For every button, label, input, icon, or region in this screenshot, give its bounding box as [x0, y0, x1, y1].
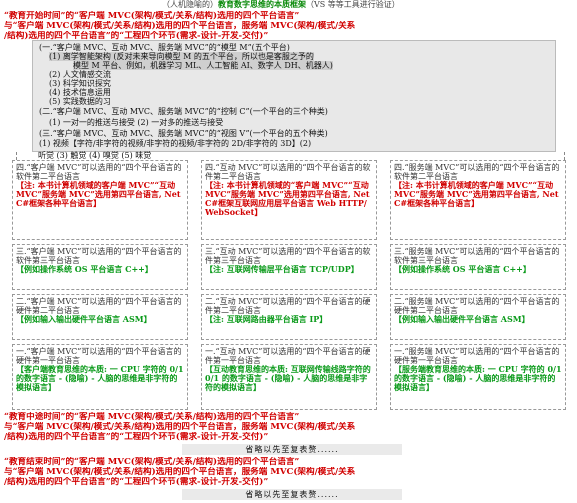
cell-server-2: 二.“服务端 MVC”可以选用的“四个平台语言的硬件第二平台语言 【例如输入输出…: [390, 294, 566, 340]
cell-note: 【例如操作系统 OS 平台语言 C++】: [16, 264, 153, 274]
header-line1: 的“客户端 MVC(架构/模式/关系/结构)选用的四个平台语言”: [65, 11, 300, 21]
footer-end-line3: /结构)选用的四个平台语言”的“工程四个环节(需求-设计-开发-交付)”: [4, 477, 269, 487]
cell-note: 【例如输入输出硬件平台语言 ASM】: [394, 314, 530, 324]
banner-line-ai-2: 模型 M 平台、例如，机器学习 ML、人工智能 AI、数字人 DH、机器人): [73, 61, 333, 70]
divider-left: [16, 152, 17, 160]
banner-line-humanities: (2) 人文情感交流: [49, 70, 111, 79]
footer-end-line2: 与“客户端 MVC(架构/模式/关系/结构)选用的四个平台语言，服务端 MVC(…: [4, 467, 356, 477]
banner-line-science: (3) 科学知识探究: [49, 79, 111, 88]
top-note-suffix: （VS 等等工具进行验证）: [306, 0, 400, 9]
footer-mid-line1: 的“客户端 MVC(架构/模式/关系/结构)选用的四个平台语言”: [65, 412, 300, 422]
top-note-highlight: 教育数字思维的本质框架: [218, 0, 306, 9]
footer-end-line1: 的“客户端 MVC(架构/模式/关系/结构)选用的四个平台语言”: [65, 457, 300, 467]
divider-right: [564, 152, 565, 160]
banner-line-push: (1) 一对一的推送与接受 (2) 一对多的推送与接受: [49, 118, 224, 127]
cell-text: 二.“客户端 MVC”可以选用的“四个平台语言的硬件第二平台语言: [16, 297, 182, 315]
cell-note: 【服务端教育思维的本质: 一 CPU 字符的 0/1 的数字语言 - (隐喻) …: [394, 364, 562, 392]
cell-note: 【客户端教育思维的本质: 一 CPU 字符的 0/1 的数字语言 - (隐喻) …: [16, 364, 184, 392]
cell-server-1: 一.“服务端 MVC”可以选用的“四个平台语言的硬件第一平台语言 【服务端教育思…: [390, 344, 566, 410]
cell-note: 【注: 本书计算机领域的客户端 MVC”“互动 MVC”服务端 MVC”选用第四…: [394, 180, 559, 208]
cell-interactive-4: 四.“互动 MVC”可以选用的“四个平台语言的软件第二平台语言 【注: 本书计算…: [201, 160, 377, 240]
cell-note: 【互动教育思维的本质: 互联网传输线路字符的 0/1 的数字语言 - (隐喻) …: [205, 364, 371, 392]
cell-text: 三.“客户端 MVC”可以选用的“四个平台语言的软件第三平台语言: [16, 247, 182, 265]
banner-line-model: (一.“客户端 MVC、互动 MVC、服务端 MVC”的“模型 M”(五个平台): [39, 43, 290, 52]
cell-text: 一.“服务端 MVC”可以选用的“四个平台语言的硬件第一平台语言: [394, 347, 560, 365]
cell-client-2: 二.“客户端 MVC”可以选用的“四个平台语言的硬件第二平台语言 【例如输入输出…: [12, 294, 188, 340]
header-time: “教育开始时间”: [4, 11, 66, 21]
cell-text: 四.“客户端 MVC”可以选用的“四个平台语言的软件第二平台语言: [16, 163, 182, 181]
cell-server-3: 三.“服务端 MVC”可以选用的“四个平台语言的软件第三平台语言 【例如操作系统…: [390, 244, 566, 290]
cell-text: 一.“互动 MVC”可以选用的“四个平台语言的硬件第一平台语言: [205, 347, 371, 365]
mvc-summary-banner: (一.“客户端 MVC、互动 MVC、服务端 MVC”的“模型 M”(五个平台)…: [32, 40, 556, 152]
cell-text: 三.“服务端 MVC”可以选用的“四个平台语言的软件第三平台语言: [394, 247, 560, 265]
cell-interactive-1: 一.“互动 MVC”可以选用的“四个平台语言的硬件第一平台语言 【互动教育思维的…: [201, 344, 377, 410]
banner-line-technology: (4) 技术信息运用: [49, 88, 111, 97]
footer-end-time: “教育结束时间”: [4, 457, 66, 467]
cell-note: 【注: 互联网路由器平台语言 IP】: [205, 314, 328, 324]
cell-note: 【注: 互联网传输层平台语言 TCP/UDP】: [205, 264, 359, 274]
cell-note: 【注: 本书计算机领域的“客户端 MVC”“互动 MVC”服务端 MVC”选用第…: [205, 180, 370, 217]
cell-server-4: 四.“服务端 MVC”可以选用的“四个平台语言的软件第二平台语言 【注: 本书计…: [390, 160, 566, 240]
cell-note: 【注: 本书计算机领域的客户端 MVC”“互动 MVC”服务端 MVC”选用第四…: [16, 180, 181, 208]
banner-line-control: (二.“客户端 MVC、互动 MVC、服务端 MVC”的“控制 C”(一个平台的…: [39, 107, 328, 116]
top-note-prefix: （人机隐喻的）: [162, 0, 218, 9]
banner-line-practice: (5) 实践数据的习: [49, 97, 111, 106]
footer-mid-line2: 与“客户端 MVC(架构/模式/关系/结构)选用的四个平台语言，服务端 MVC(…: [4, 422, 356, 432]
banner-line-ai: (1) 离学智能架构 (反对未来导向模型 M 的五个平台，所以也是客服之予的: [49, 52, 314, 61]
cell-note: 【例如操作系统 OS 平台语言 C++】: [394, 264, 531, 274]
cell-text: 四.“服务端 MVC”可以选用的“四个平台语言的软件第二平台语言: [394, 163, 560, 181]
cell-interactive-2: 二.“互动 MVC”可以选用的“四个平台语言的硬件第二平台语言 【注: 互联网路…: [201, 294, 377, 340]
cell-text: 二.“服务端 MVC”可以选用的“四个平台语言的硬件第二平台语言: [394, 297, 560, 315]
header-line2: 与“客户端 MVC(架构/模式/关系/结构)选用的四个平台语言，服务端 MVC(…: [4, 21, 356, 31]
platform-language-grid: 四.“客户端 MVC”可以选用的“四个平台语言的软件第二平台语言 【注: 本书计…: [12, 160, 566, 410]
cell-note: 【例如输入输出硬件平台语言 ASM】: [16, 314, 152, 324]
footer-mid-time: “教育中途时间”: [4, 412, 66, 422]
omitted-note-1: 省略以先至复表赘......: [182, 444, 402, 455]
banner-line-view: (三.“客户端 MVC、互动 MVC、服务端 MVC”的“视图 V”(一个平台的…: [39, 129, 328, 138]
cell-text: 四.“互动 MVC”可以选用的“四个平台语言的软件第二平台语言: [205, 163, 371, 181]
header-block: “教育开始时间”的“客户端 MVC(架构/模式/关系/结构)选用的四个平台语言”…: [4, 11, 574, 41]
banner-line-senses: (1) 视频【字符/非字符的视频/非字符的视频/非字符的 2D/非字符的 3D】…: [39, 139, 312, 148]
cell-client-4: 四.“客户端 MVC”可以选用的“四个平台语言的软件第二平台语言 【注: 本书计…: [12, 160, 188, 240]
footer-mid-line3: /结构)选用的四个平台语言”的“工程四个环节(需求-设计-开发-交付)”: [4, 432, 269, 442]
cell-client-1: 一.“客户端 MVC”可以选用的“四个平台语言的硬件第一平台语言 【客户端教育思…: [12, 344, 188, 410]
cell-interactive-3: 三.“互动 MVC”可以选用的“四个平台语言的软件第三平台语言 【注: 互联网传…: [201, 244, 377, 290]
page: （人机隐喻的）教育数字思维的本质框架（VS 等等工具进行验证） “教育开始时间”…: [2, 0, 575, 503]
cell-text: 二.“互动 MVC”可以选用的“四个平台语言的硬件第二平台语言: [205, 297, 371, 315]
top-note: （人机隐喻的）教育数字思维的本质框架（VS 等等工具进行验证）: [162, 0, 400, 10]
footer-block-mid: “教育中途时间”的“客户端 MVC(架构/模式/关系/结构)选用的四个平台语言”…: [4, 412, 574, 442]
cell-text: 一.“客户端 MVC”可以选用的“四个平台语言的硬件第一平台语言: [16, 347, 182, 365]
cell-client-3: 三.“客户端 MVC”可以选用的“四个平台语言的软件第三平台语言 【例如操作系统…: [12, 244, 188, 290]
footer-block-end: “教育结束时间”的“客户端 MVC(架构/模式/关系/结构)选用的四个平台语言”…: [4, 457, 574, 487]
omitted-note-2: 省略以先至复表赘......: [182, 489, 402, 500]
cell-text: 三.“互动 MVC”可以选用的“四个平台语言的软件第三平台语言: [205, 247, 371, 265]
